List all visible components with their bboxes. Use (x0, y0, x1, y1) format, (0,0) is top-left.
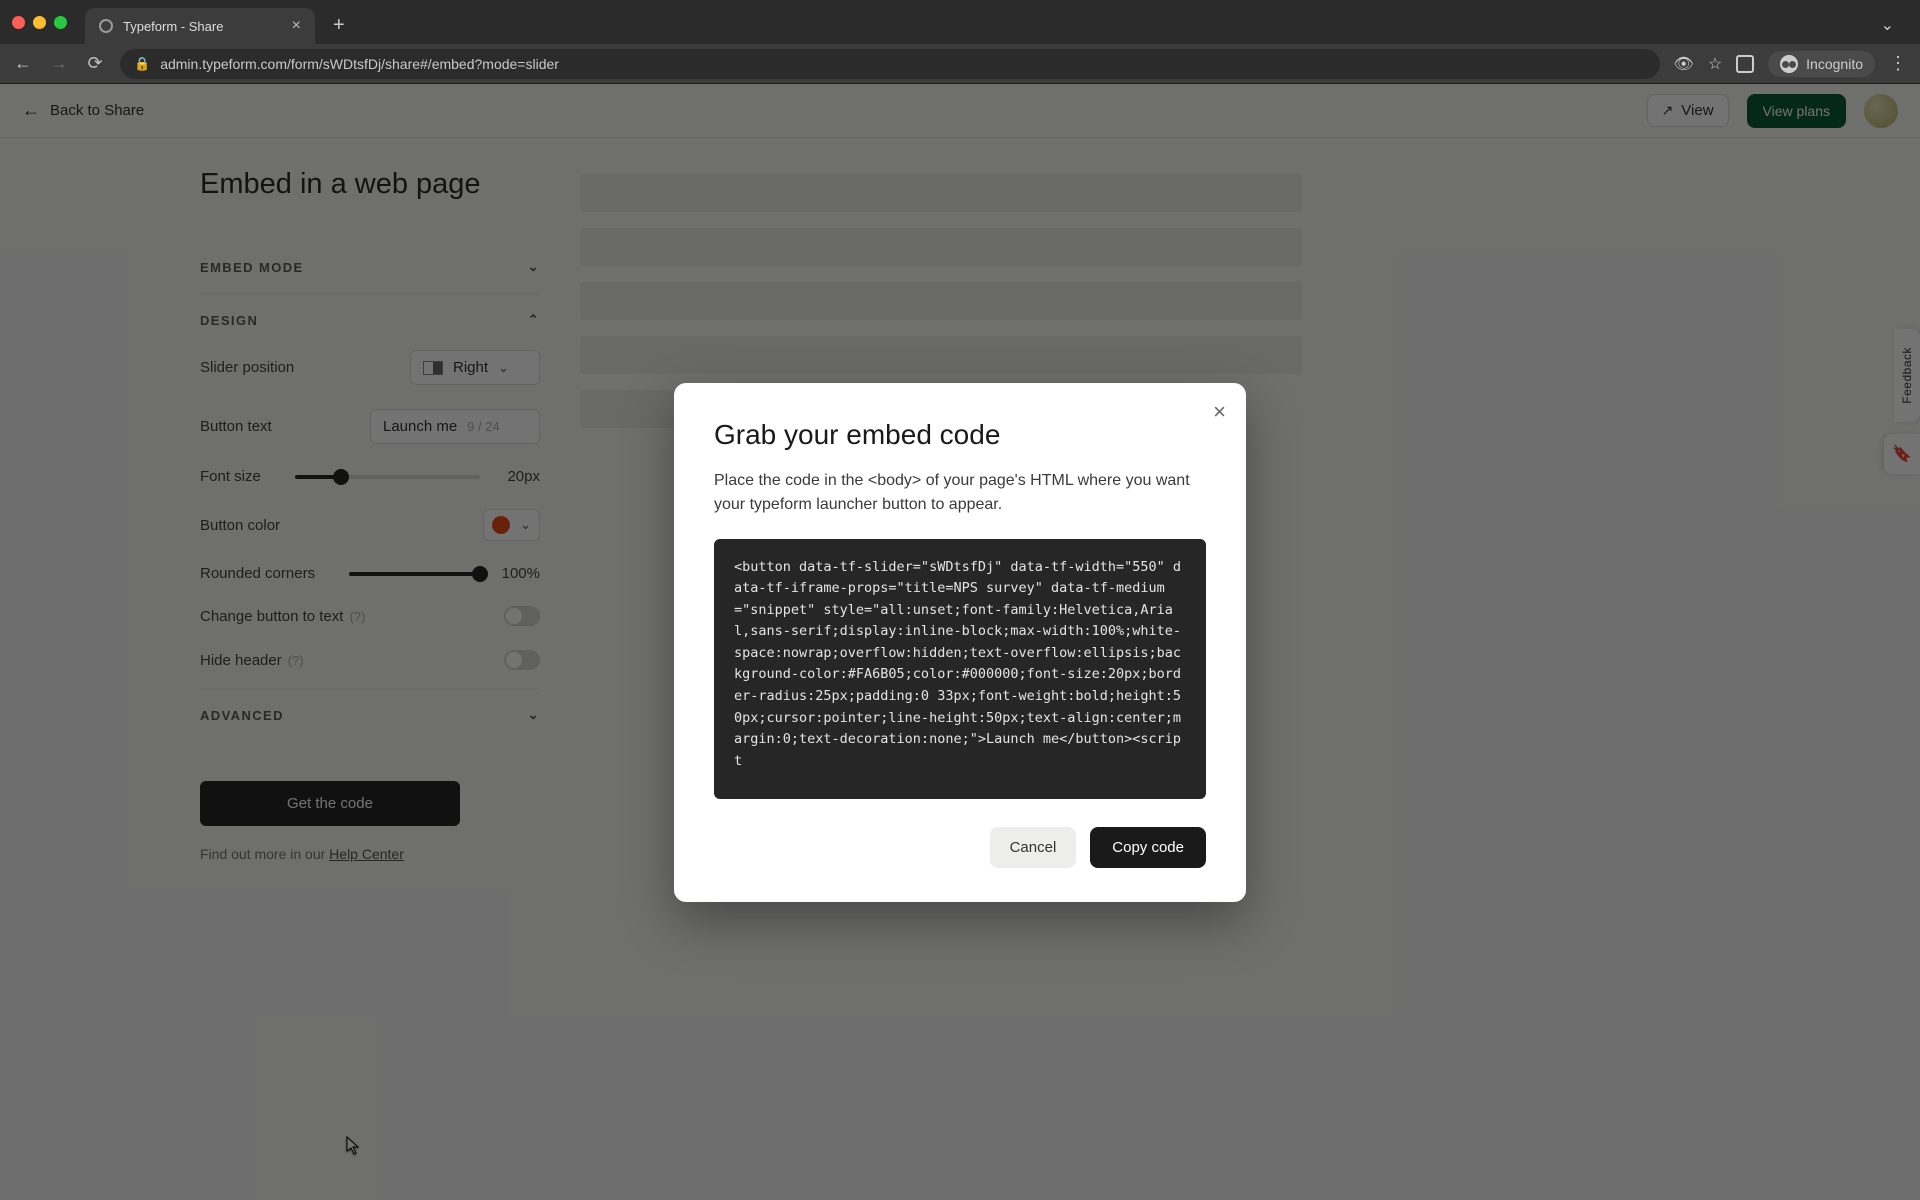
nav-forward-button[interactable]: → (48, 53, 70, 74)
browser-tab[interactable]: Typeform - Share × (85, 8, 315, 44)
modal-overlay[interactable]: × Grab your embed code Place the code in… (0, 84, 1920, 1200)
eye-off-icon[interactable]: 👁 (1674, 54, 1694, 74)
tab-close-button[interactable]: × (292, 17, 301, 35)
modal-title: Grab your embed code (714, 419, 1206, 451)
app-viewport: ← Back to Share ↗ View View plans Embed … (0, 84, 1920, 1200)
new-tab-button[interactable]: + (323, 14, 355, 37)
copy-code-button[interactable]: Copy code (1090, 827, 1206, 868)
incognito-icon (1780, 55, 1798, 73)
window-minimize-button[interactable] (33, 16, 46, 29)
nav-back-button[interactable]: ← (12, 53, 34, 74)
incognito-badge[interactable]: Incognito (1768, 51, 1875, 77)
incognito-label: Incognito (1806, 56, 1863, 72)
tab-title: Typeform - Share (123, 19, 223, 34)
tab-overflow-icon[interactable]: ⌄ (1867, 15, 1908, 35)
nav-reload-button[interactable]: ⟳ (84, 53, 106, 74)
tab-favicon (99, 19, 113, 33)
tab-strip: Typeform - Share × + ⌄ (0, 0, 1920, 44)
browser-chrome: Typeform - Share × + ⌄ ← → ⟳ 🔒 admin.typ… (0, 0, 1920, 84)
lock-icon: 🔒 (134, 56, 150, 72)
address-bar: ← → ⟳ 🔒 admin.typeform.com/form/sWDtsfDj… (0, 44, 1920, 84)
cancel-button[interactable]: Cancel (990, 827, 1077, 868)
bookmark-star-icon[interactable]: ☆ (1708, 54, 1722, 74)
embed-code-modal: × Grab your embed code Place the code in… (674, 383, 1246, 902)
modal-actions: Cancel Copy code (714, 827, 1206, 868)
modal-close-button[interactable]: × (1213, 399, 1226, 425)
url-field[interactable]: 🔒 admin.typeform.com/form/sWDtsfDj/share… (120, 49, 1660, 79)
url-text: admin.typeform.com/form/sWDtsfDj/share#/… (160, 56, 559, 72)
embed-code-block[interactable]: <button data-tf-slider="sWDtsfDj" data-t… (714, 539, 1206, 799)
window-close-button[interactable] (12, 16, 25, 29)
modal-description: Place the code in the <body> of your pag… (714, 469, 1206, 517)
extensions-icon[interactable] (1736, 55, 1754, 73)
window-maximize-button[interactable] (54, 16, 67, 29)
browser-menu-icon[interactable]: ⋮ (1889, 53, 1908, 74)
window-controls (12, 16, 67, 29)
